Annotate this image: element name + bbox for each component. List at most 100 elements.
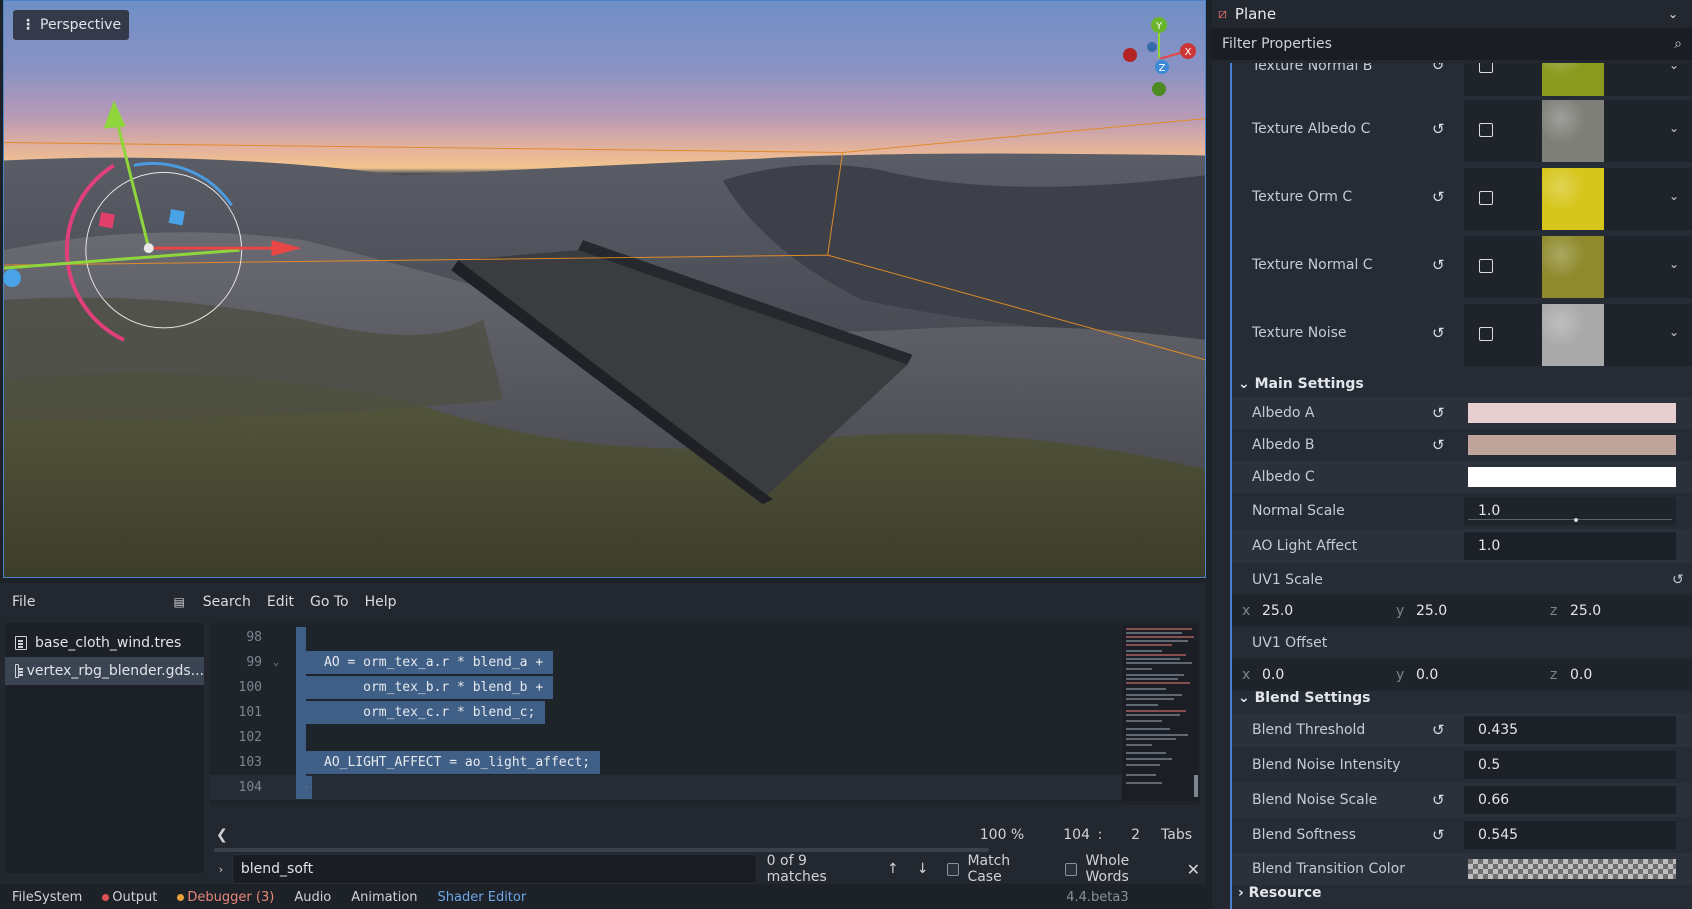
blend-softness-row[interactable]: Blend Softness ↺ 0.545 (1232, 818, 1692, 852)
revert-icon[interactable]: ↺ (1432, 324, 1445, 342)
blend-softness-field[interactable]: 0.545 (1464, 821, 1676, 849)
tab-filesystem[interactable]: FileSystem (12, 890, 82, 905)
inspector-header[interactable]: ⧄ Plane ⌄ (1212, 0, 1692, 27)
uv1-scale-x[interactable]: x 25.0 (1232, 595, 1386, 627)
ao-light-affect-row[interactable]: AO Light Affect 1.0 (1232, 529, 1692, 563)
code-editor[interactable]: 98 99 ⌄ AO = orm_tex_a.r * blend_a + 100… (210, 623, 1200, 852)
tab-shader-editor[interactable]: Shader Editor (438, 890, 527, 905)
tab-output[interactable]: Output (102, 890, 157, 905)
uv1-offset-z[interactable]: z 0.0 (1540, 659, 1692, 691)
whole-words-checkbox[interactable] (1064, 862, 1078, 876)
file-item-selected[interactable]: vertex_rbg_blender.gds... (5, 657, 204, 685)
match-count: 0 of 9 matches (766, 853, 827, 885)
normal-scale-field[interactable]: 1.0 (1464, 497, 1676, 525)
slider-track[interactable] (1468, 519, 1672, 520)
chevron-down-icon[interactable]: ⌄ (1668, 7, 1678, 21)
viewport-perspective-menu[interactable]: ⋮ Perspective (13, 10, 130, 40)
scroll-left-icon[interactable]: ❮ (216, 827, 228, 843)
property-label: Albedo B (1252, 437, 1315, 453)
resource-header[interactable]: › Resource (1238, 885, 1322, 901)
texture-albedo-c-row[interactable]: Texture Albedo C ↺ ⌄ (1232, 99, 1692, 163)
normal-scale-row[interactable]: Normal Scale 1.0 (1232, 494, 1692, 528)
color-swatch[interactable] (1468, 403, 1676, 423)
texture-thumbnail[interactable] (1542, 63, 1604, 96)
chevron-down-icon[interactable]: ⌄ (1669, 257, 1679, 271)
find-input[interactable]: blend_soft (231, 854, 757, 884)
chevron-down-icon[interactable]: ⌄ (1669, 121, 1679, 135)
property-value: 1.0 (1478, 538, 1501, 554)
view-orientation-gizmo[interactable]: Y X Z (1114, 9, 1204, 99)
revert-icon[interactable]: ↺ (1432, 120, 1445, 138)
menu-help[interactable]: Help (357, 594, 405, 610)
expand-replace-icon[interactable]: › (210, 863, 232, 876)
revert-icon[interactable]: ↺ (1432, 436, 1445, 454)
blend-threshold-field[interactable]: 0.435 (1464, 716, 1676, 744)
match-case-label: Match Case (967, 853, 1011, 885)
texture-thumbnail[interactable] (1542, 304, 1604, 366)
indent-mode[interactable]: Tabs (1140, 827, 1200, 843)
albedo-a-row[interactable]: Albedo A ↺ (1232, 397, 1692, 429)
blend-transition-color-row[interactable]: Blend Transition Color (1232, 853, 1692, 885)
texture-thumbnail[interactable] (1542, 236, 1604, 298)
version-label: 4.4.beta3 (1066, 890, 1129, 905)
albedo-c-row[interactable]: Albedo C (1232, 461, 1692, 493)
section-title: Blend Settings (1254, 690, 1371, 706)
menu-search[interactable]: Search (195, 594, 259, 610)
find-next-icon[interactable]: ↓ (917, 861, 929, 877)
3d-viewport[interactable]: ⋮ Perspective Y X Z (3, 0, 1206, 578)
file-item[interactable]: base_cloth_wind.tres (5, 629, 204, 657)
texture-thumbnail[interactable] (1542, 100, 1604, 162)
tab-audio[interactable]: Audio (294, 890, 331, 905)
code-minimap[interactable] (1122, 625, 1198, 801)
close-find-icon[interactable]: ✕ (1187, 860, 1200, 879)
ao-light-affect-field[interactable]: 1.0 (1464, 532, 1676, 560)
revert-icon[interactable]: ↺ (1432, 721, 1445, 739)
line-number: 101 (238, 705, 262, 720)
tab-animation[interactable]: Animation (351, 890, 417, 905)
fold-arrow-icon[interactable]: ⌄ (266, 657, 286, 668)
image-icon (1479, 191, 1493, 205)
texture-noise-row[interactable]: Texture Noise ↺ ⌄ (1232, 303, 1692, 367)
transparent-color-swatch[interactable] (1468, 859, 1676, 879)
chevron-down-icon[interactable]: ⌄ (1669, 325, 1679, 339)
blend-threshold-row[interactable]: Blend Threshold ↺ 0.435 (1232, 713, 1692, 747)
revert-icon[interactable]: ↺ (1432, 63, 1445, 74)
revert-icon[interactable]: ↺ (1432, 188, 1445, 206)
uv1-offset-x[interactable]: x 0.0 (1232, 659, 1386, 691)
filter-properties-input[interactable]: Filter Properties ⌕ (1212, 28, 1692, 60)
menu-edit[interactable]: Edit (259, 594, 302, 610)
match-case-checkbox[interactable] (946, 862, 960, 876)
uv1-offset-y[interactable]: y 0.0 (1386, 659, 1540, 691)
revert-icon[interactable]: ↺ (1432, 826, 1445, 844)
zoom-level[interactable]: 100 % (962, 827, 1042, 843)
menu-goto[interactable]: Go To (302, 594, 357, 610)
find-previous-icon[interactable]: ↑ (887, 861, 899, 877)
property-label: Blend Noise Scale (1252, 792, 1378, 808)
albedo-b-row[interactable]: Albedo B ↺ (1232, 429, 1692, 461)
blend-noise-scale-row[interactable]: Blend Noise Scale ↺ 0.66 (1232, 783, 1692, 817)
texture-normal-c-row[interactable]: Texture Normal C ↺ ⌄ (1232, 235, 1692, 299)
color-swatch[interactable] (1468, 467, 1676, 487)
chevron-down-icon[interactable]: ⌄ (1669, 63, 1679, 72)
chevron-down-icon[interactable]: ⌄ (1669, 189, 1679, 203)
revert-icon[interactable]: ↺ (1672, 572, 1684, 588)
uv1-scale-z[interactable]: z 25.0 (1540, 595, 1692, 627)
menu-file[interactable]: File (0, 594, 43, 610)
revert-icon[interactable]: ↺ (1432, 256, 1445, 274)
texture-orm-c-row[interactable]: Texture Orm C ↺ ⌄ (1232, 167, 1692, 231)
main-settings-header[interactable]: ⌄ Main Settings (1238, 376, 1364, 392)
blend-noise-intensity-field[interactable]: 0.5 (1464, 751, 1676, 779)
uv1-scale-y[interactable]: y 25.0 (1386, 595, 1540, 627)
blend-noise-intensity-row[interactable]: Blend Noise Intensity 0.5 (1232, 748, 1692, 782)
tab-debugger[interactable]: Debugger (3) (177, 890, 274, 905)
slider-grabber[interactable] (1574, 518, 1578, 522)
texture-thumbnail[interactable] (1542, 168, 1604, 230)
blend-noise-scale-field[interactable]: 0.66 (1464, 786, 1676, 814)
revert-icon[interactable]: ↺ (1432, 791, 1445, 809)
toggle-files-panel-icon[interactable]: ▤ (173, 595, 184, 609)
color-swatch[interactable] (1468, 435, 1676, 455)
blend-settings-header[interactable]: ⌄ Blend Settings (1238, 690, 1371, 706)
value-x: 0.0 (1262, 667, 1285, 683)
revert-icon[interactable]: ↺ (1432, 404, 1445, 422)
texture-normal-b-row[interactable]: Texture Normal B ↺ ⌄ (1232, 63, 1692, 97)
